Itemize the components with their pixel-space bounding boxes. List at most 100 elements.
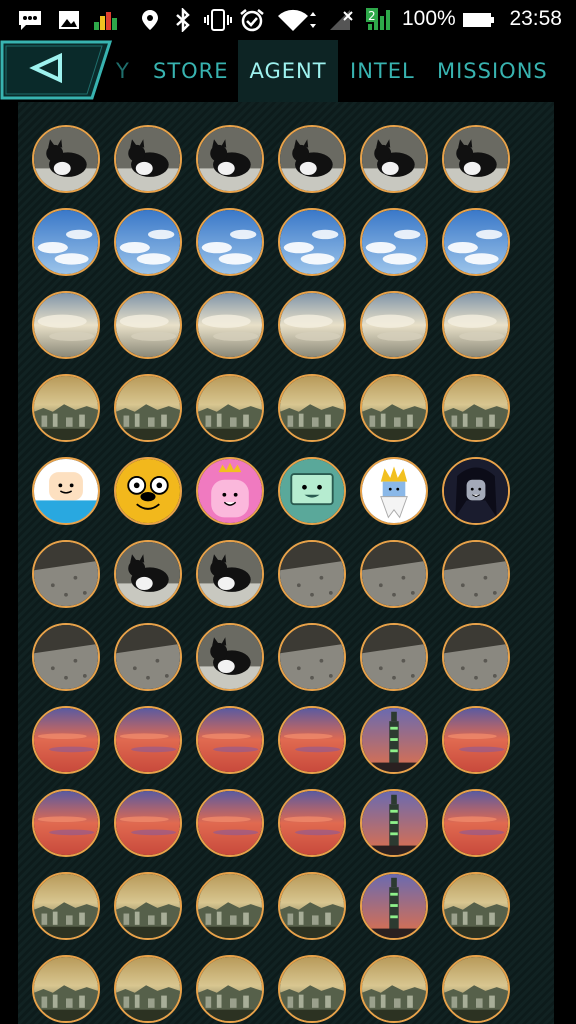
city-icon xyxy=(444,874,508,938)
avatar-option[interactable] xyxy=(442,872,510,940)
avatar-option[interactable] xyxy=(278,789,346,857)
avatar-option[interactable] xyxy=(278,540,346,608)
avatar-option[interactable] xyxy=(442,374,510,442)
avatar-option[interactable] xyxy=(196,457,264,525)
avatar-option[interactable] xyxy=(114,706,182,774)
avatar-option[interactable] xyxy=(360,208,428,276)
avatar-option[interactable] xyxy=(360,125,428,193)
avatar-option[interactable] xyxy=(114,208,182,276)
avatar-option[interactable] xyxy=(32,291,100,359)
avatar-option[interactable] xyxy=(278,208,346,276)
city-icon xyxy=(116,376,180,440)
avatar-option[interactable] xyxy=(32,623,100,691)
avatar-option[interactable] xyxy=(360,291,428,359)
cat-icon xyxy=(362,127,426,191)
avatar-option[interactable] xyxy=(442,706,510,774)
avatar-option[interactable] xyxy=(442,789,510,857)
avatar-option[interactable] xyxy=(278,623,346,691)
tab-partial[interactable]: Y xyxy=(116,40,134,102)
stone-icon xyxy=(116,625,180,689)
avatar-option[interactable] xyxy=(32,540,100,608)
sky-icon xyxy=(444,210,508,274)
avatar-option[interactable] xyxy=(360,955,428,1023)
avatar-option[interactable] xyxy=(114,540,182,608)
stone-icon xyxy=(362,625,426,689)
tab-agent[interactable]: AGENT xyxy=(238,40,338,102)
avatar-option[interactable] xyxy=(32,125,100,193)
avatar-option[interactable] xyxy=(360,540,428,608)
avatar-option[interactable] xyxy=(114,457,182,525)
avatar-option[interactable] xyxy=(442,955,510,1023)
avatar-option[interactable] xyxy=(114,623,182,691)
avatar-option[interactable] xyxy=(442,125,510,193)
avatar-option[interactable] xyxy=(442,623,510,691)
avatar-grid[interactable] xyxy=(18,102,554,1024)
nav-bar: Y STORE AGENT INTEL MISSIONS xyxy=(0,40,576,102)
avatar-option[interactable] xyxy=(32,789,100,857)
avatar-option[interactable] xyxy=(32,872,100,940)
alarm-icon xyxy=(240,9,264,32)
cloud-icon xyxy=(34,293,98,357)
avatar-option[interactable] xyxy=(114,374,182,442)
avatar-option[interactable] xyxy=(114,955,182,1023)
panel-edge xyxy=(0,102,18,1024)
avatar-option[interactable] xyxy=(278,125,346,193)
avatar-option[interactable] xyxy=(278,872,346,940)
avatar-option[interactable] xyxy=(196,789,264,857)
avatar-option[interactable] xyxy=(196,374,264,442)
avatar-option[interactable] xyxy=(360,374,428,442)
avatar-option[interactable] xyxy=(32,706,100,774)
city-icon xyxy=(280,874,344,938)
avatar-option[interactable] xyxy=(360,872,428,940)
avatar-option[interactable] xyxy=(442,208,510,276)
cloud-icon xyxy=(116,293,180,357)
city-icon xyxy=(444,957,508,1021)
avatar-option[interactable] xyxy=(196,872,264,940)
avatar-option[interactable] xyxy=(32,374,100,442)
equalizer-icon xyxy=(94,12,117,30)
avatar-option[interactable] xyxy=(278,706,346,774)
avatar-option[interactable] xyxy=(360,457,428,525)
avatar-option[interactable] xyxy=(196,125,264,193)
avatar-option[interactable] xyxy=(442,291,510,359)
avatar-option[interactable] xyxy=(442,457,510,525)
avatar-option[interactable] xyxy=(32,457,100,525)
avatar-option[interactable] xyxy=(278,374,346,442)
avatar-option[interactable] xyxy=(114,291,182,359)
avatar-option[interactable] xyxy=(360,706,428,774)
avatar-option[interactable] xyxy=(114,789,182,857)
cat-icon xyxy=(116,542,180,606)
avatar-option[interactable] xyxy=(278,955,346,1023)
avatar-option[interactable] xyxy=(360,789,428,857)
avatar-option[interactable] xyxy=(278,291,346,359)
avatar-option[interactable] xyxy=(442,540,510,608)
avatar-option[interactable] xyxy=(114,872,182,940)
avatar-option[interactable] xyxy=(360,623,428,691)
avatar-option[interactable] xyxy=(196,540,264,608)
avatar-option[interactable] xyxy=(114,125,182,193)
avatar-option[interactable] xyxy=(196,623,264,691)
avatar-option[interactable] xyxy=(32,208,100,276)
avatar-option[interactable] xyxy=(278,457,346,525)
tab-store[interactable]: STORE xyxy=(153,40,233,102)
cat-icon xyxy=(116,127,180,191)
cat-icon xyxy=(198,625,262,689)
back-button[interactable] xyxy=(0,40,114,102)
stone-icon xyxy=(362,542,426,606)
tab-missions[interactable]: MISSIONS xyxy=(437,40,567,102)
avatar-option[interactable] xyxy=(196,706,264,774)
sunset-icon xyxy=(198,791,262,855)
status-bar: 2 100% 23:58 xyxy=(0,0,576,40)
sunset-icon xyxy=(116,791,180,855)
city-icon xyxy=(198,957,262,1021)
avatar-option[interactable] xyxy=(196,955,264,1023)
city-icon xyxy=(116,874,180,938)
city-icon xyxy=(34,957,98,1021)
avatar-option[interactable] xyxy=(196,208,264,276)
avatar-option[interactable] xyxy=(32,955,100,1023)
city-icon xyxy=(116,957,180,1021)
avatar-option[interactable] xyxy=(196,291,264,359)
tab-intel[interactable]: INTEL xyxy=(350,40,420,102)
bmo-icon xyxy=(280,459,344,523)
vibrate-icon xyxy=(204,9,232,31)
